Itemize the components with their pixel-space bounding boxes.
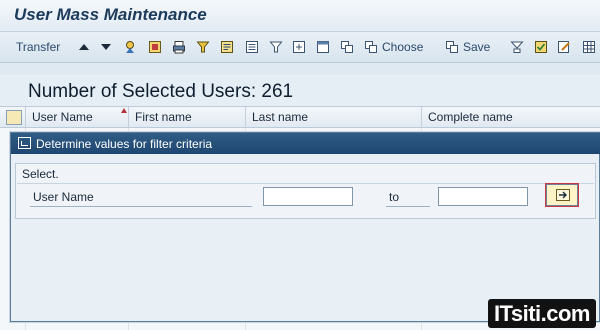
group-title: Select. — [22, 167, 59, 181]
check-icon — [534, 40, 548, 54]
execute-button[interactable] — [546, 184, 578, 206]
to-underline — [386, 206, 430, 207]
layout-icon — [316, 40, 330, 54]
print-button[interactable] — [172, 38, 186, 56]
transfer-label: Transfer — [16, 40, 61, 54]
sort-ascending-icon — [77, 40, 91, 54]
arrow-right-icon — [556, 189, 570, 201]
save-label: Save — [463, 40, 491, 54]
application-toolbar: Transfer Choose Save — [0, 32, 600, 63]
list-view-button[interactable] — [245, 38, 259, 56]
grid-header: User Name First name Last name Complete … — [0, 106, 600, 128]
expand-icon — [292, 40, 306, 54]
print-icon — [172, 40, 186, 54]
sort-indicator-icon — [121, 108, 127, 113]
watermark-logo: ITsiti.com — [487, 299, 596, 328]
selected-users-count: Number of Selected Users: 261 — [28, 81, 294, 102]
expand-button[interactable] — [292, 38, 306, 56]
copy-button[interactable] — [340, 38, 354, 56]
title-bar: User Mass Maintenance — [0, 0, 600, 32]
dialog-title-bar: Determine values for filter criteria — [11, 133, 600, 154]
find-icon — [124, 40, 138, 54]
column-header-complete-name[interactable]: Complete name — [421, 107, 600, 128]
edit-button[interactable] — [557, 38, 571, 56]
column-header-user-name[interactable]: User Name — [25, 107, 131, 128]
choose-icon — [364, 40, 378, 54]
edit-icon — [557, 40, 571, 54]
sort-descending-button[interactable] — [99, 38, 113, 56]
grid-button[interactable] — [582, 38, 596, 56]
selection-summary: Number of Selected Users: 261 — [0, 75, 600, 106]
sort-descending-icon — [99, 40, 113, 54]
column-header-last-name[interactable]: Last name — [245, 107, 421, 128]
dialog-title: Determine values for filter criteria — [36, 137, 213, 151]
details-button[interactable] — [148, 38, 162, 56]
export-button[interactable] — [220, 38, 234, 56]
details-icon — [148, 40, 162, 54]
find-button[interactable] — [124, 38, 138, 56]
save-icon — [445, 40, 459, 54]
save-button[interactable]: Save — [445, 38, 490, 56]
label-underline — [30, 206, 252, 207]
selection-group: Select. User Name to — [15, 163, 596, 219]
sort-ascending-button[interactable] — [77, 38, 91, 56]
set-filter-icon — [269, 40, 283, 54]
layout-button[interactable] — [316, 38, 330, 56]
check-button[interactable] — [534, 38, 548, 56]
export-icon — [220, 40, 234, 54]
filter-icon — [196, 40, 210, 54]
dialog-window-icon — [18, 137, 31, 149]
copy-icon — [340, 40, 354, 54]
filter-criteria-dialog: Determine values for filter criteria Sel… — [10, 132, 600, 322]
group-divider — [17, 183, 594, 184]
user-name-label: User Name — [33, 190, 94, 204]
choose-button[interactable]: Choose — [364, 38, 423, 56]
to-label: to — [389, 190, 400, 204]
choose-label: Choose — [382, 40, 424, 54]
filter-button[interactable] — [196, 38, 210, 56]
window-title: User Mass Maintenance — [14, 5, 207, 24]
set-filter-button[interactable] — [269, 38, 283, 56]
user-name-to-input[interactable] — [438, 187, 528, 206]
variant-icon — [510, 40, 524, 54]
column-header-first-name[interactable]: First name — [128, 107, 245, 128]
list-view-icon — [245, 40, 259, 54]
transfer-button[interactable]: Transfer — [16, 38, 60, 56]
grid-icon — [582, 40, 596, 54]
variant-button[interactable] — [510, 38, 524, 56]
column-select-icon[interactable] — [6, 110, 22, 125]
user-name-from-input[interactable] — [263, 187, 353, 206]
